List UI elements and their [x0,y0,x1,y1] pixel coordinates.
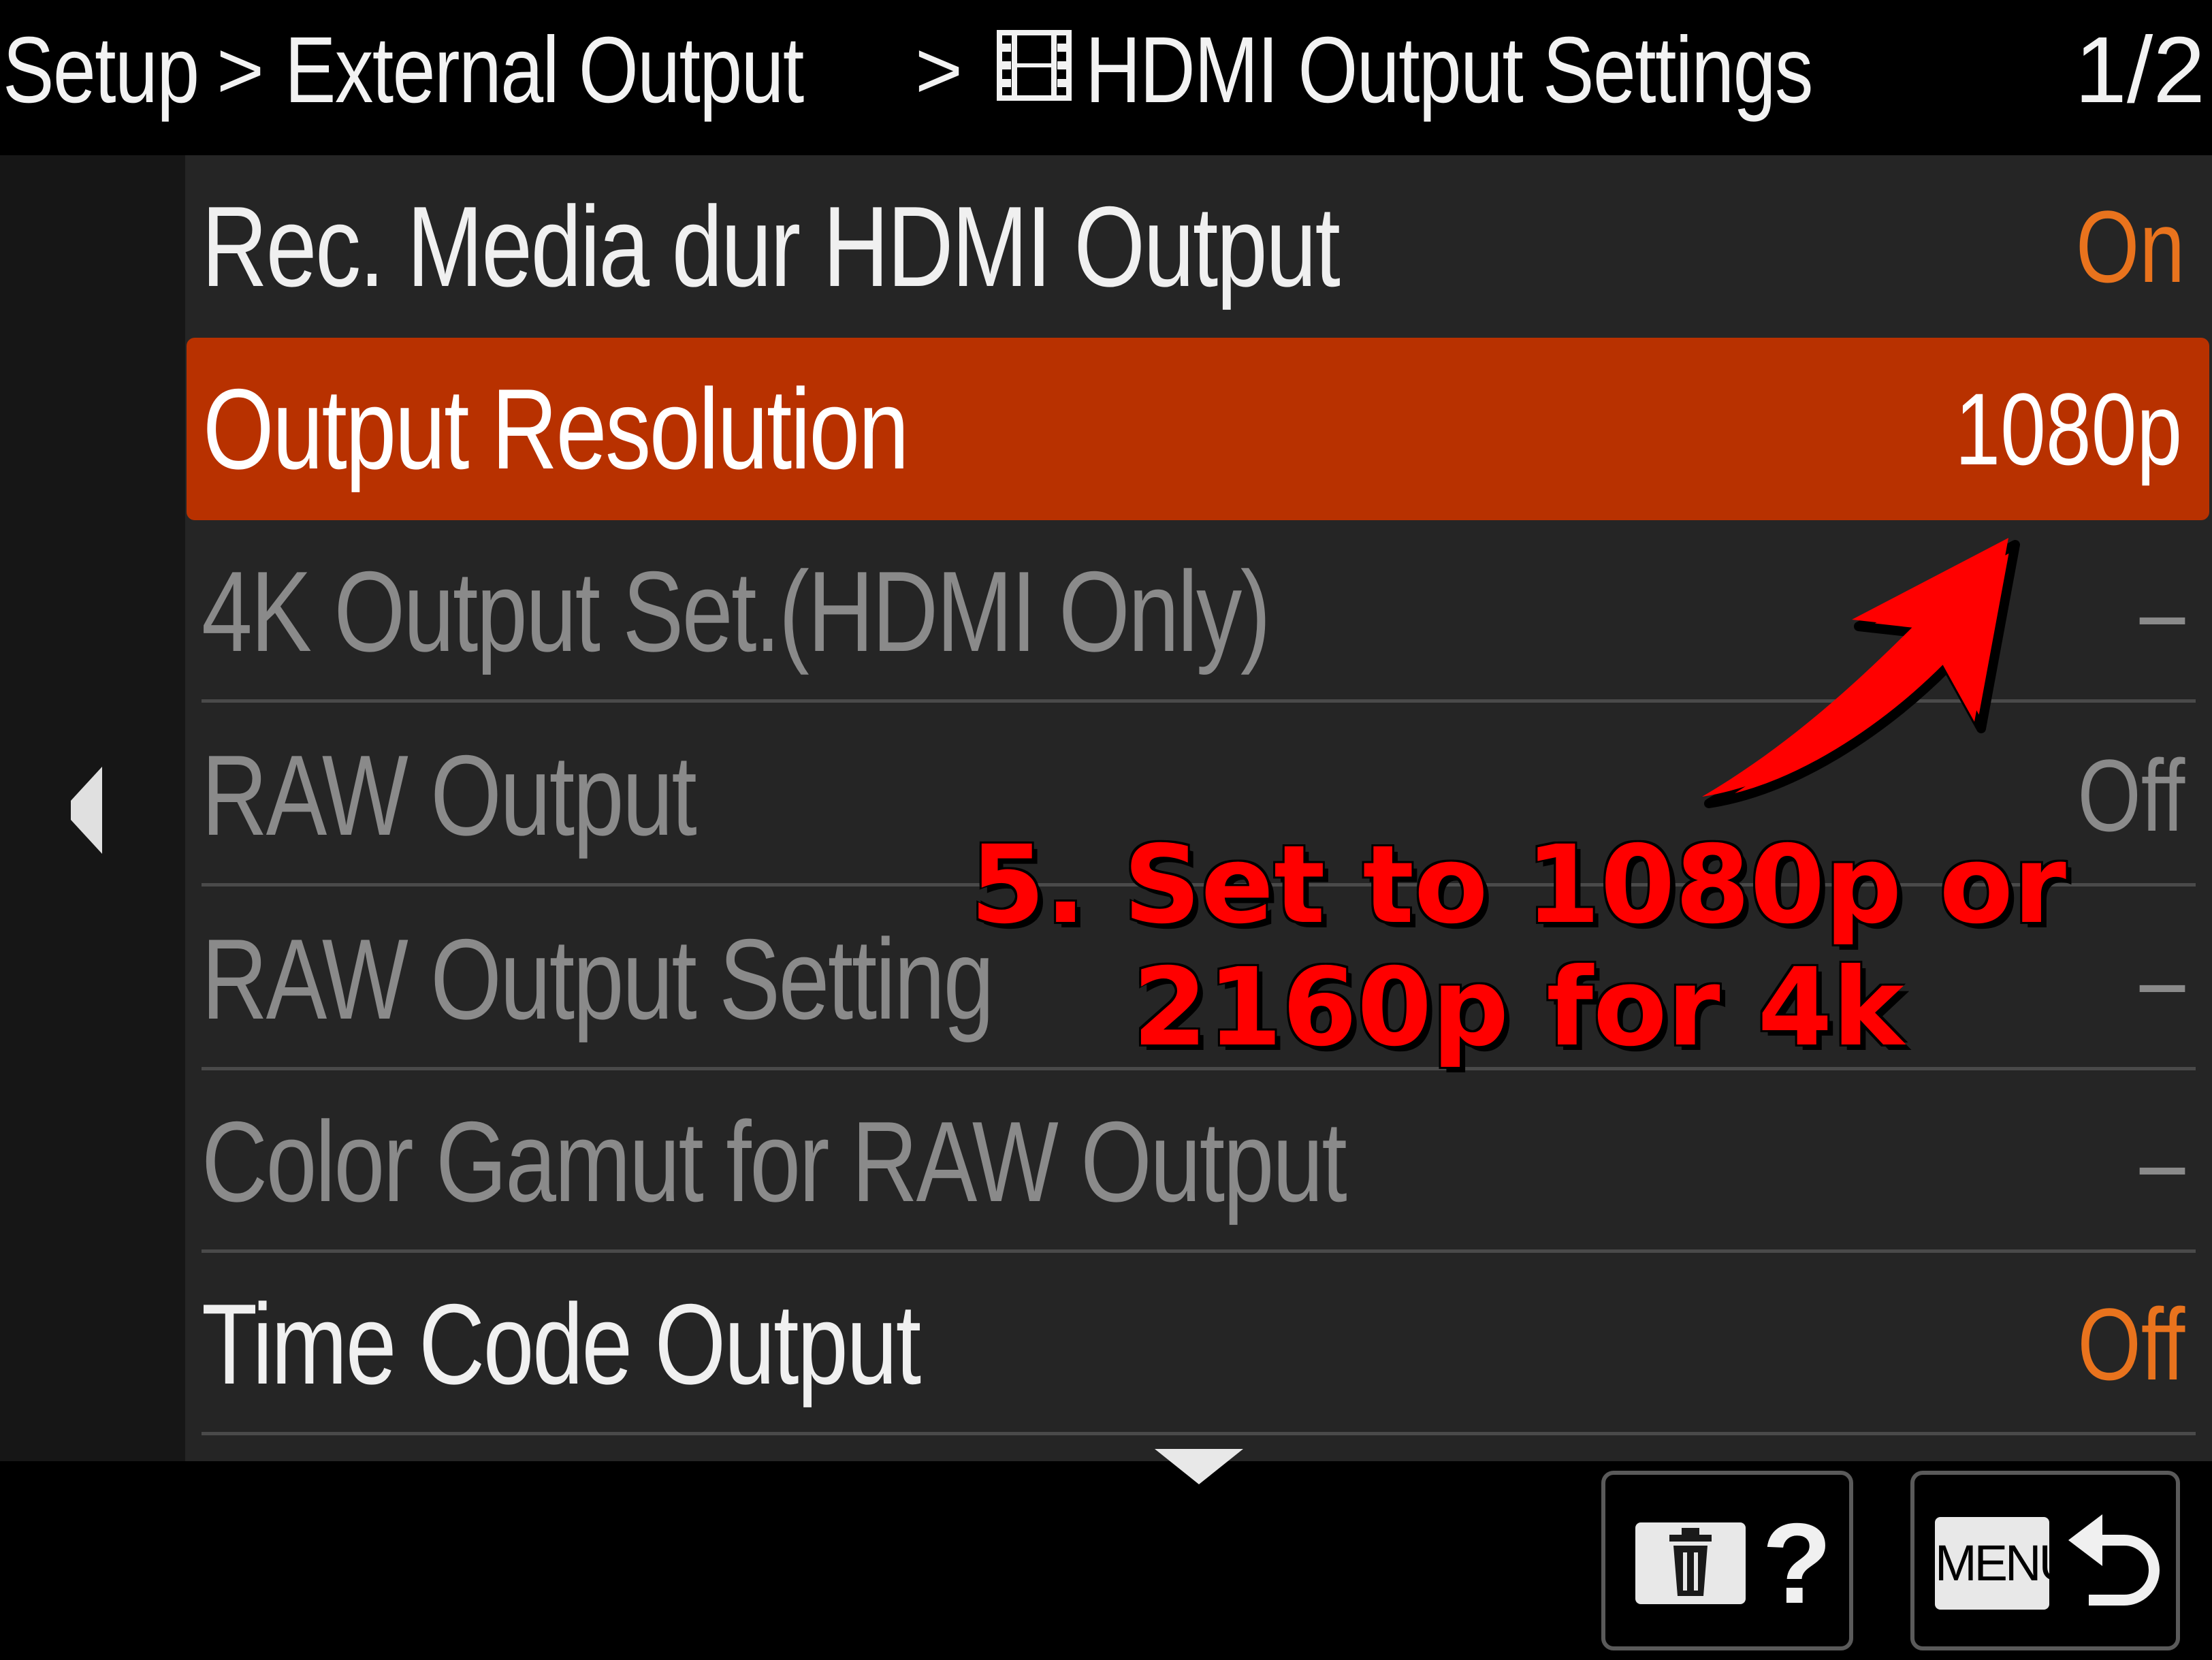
menu-return-button[interactable]: MENU [1910,1471,2180,1650]
menu-item-color-gamut-raw[interactable]: Color Gamut for RAW Output – [185,1070,2212,1253]
breadcrumb-external-output: External Output [285,18,804,123]
delete-help-button[interactable]: ? [1601,1471,1853,1650]
breadcrumb-separator: > [915,25,963,116]
menu-item-label: Color Gamut for RAW Output [202,1098,1347,1226]
menu-item-value: – [2139,922,2185,1036]
menu-item-label: Rec. Media dur HDMI Output [202,182,1341,310]
breadcrumb-hdmi-output-settings: HDMI Output Settings [1085,18,1813,123]
annotation-line-2: 2160p for 4k [1132,945,1904,1070]
annotation-line-1: 5. Set to 1080p or [970,823,2066,948]
menu-item-value: – [2139,554,2185,669]
menu-item-rec-media[interactable]: Rec. Media dur HDMI Output On [185,155,2212,338]
footer-bar [0,1461,2212,1660]
page-indicator: 1/2 [2074,18,2205,123]
header-bar: Setup > External Output > HDMI Output Se… [0,0,2212,155]
menu-item-value: – [2139,1104,2185,1219]
menu-item-time-code-output[interactable]: Time Code Output Off [185,1253,2212,1435]
film-icon [997,30,1072,101]
row-divider [202,1432,2196,1435]
trash-icon-box [1635,1522,1746,1604]
breadcrumb-separator: > [217,25,265,116]
trash-icon [1669,1528,1712,1596]
menu-item-label: Time Code Output [202,1280,921,1408]
return-icon [2068,1514,2160,1606]
annotation-arrow [1702,538,2020,808]
menu-label: MENU [1935,1517,2075,1610]
menu-item-output-resolution[interactable]: Output Resolution 1080p [187,338,2209,520]
menu-item-label: RAW Output Setting [202,915,994,1043]
menu-item-label: RAW Output [202,731,697,859]
menu-item-value: 1080p [1955,372,2182,486]
menu-item-value: On [2075,189,2185,304]
down-arrow-icon[interactable] [1155,1449,1243,1484]
left-arrow-icon[interactable] [68,767,108,854]
annotation-text: 5. Set to 1080p or 2160p for 4k [905,824,2131,1069]
menu-item-label: 4K Output Set.(HDMI Only) [202,547,1271,675]
menu-item-label: Output Resolution [203,365,909,493]
breadcrumb-setup: Setup [3,18,199,123]
menu-item-value: Off [2077,1287,2185,1401]
help-icon: ? [1762,1499,1832,1627]
